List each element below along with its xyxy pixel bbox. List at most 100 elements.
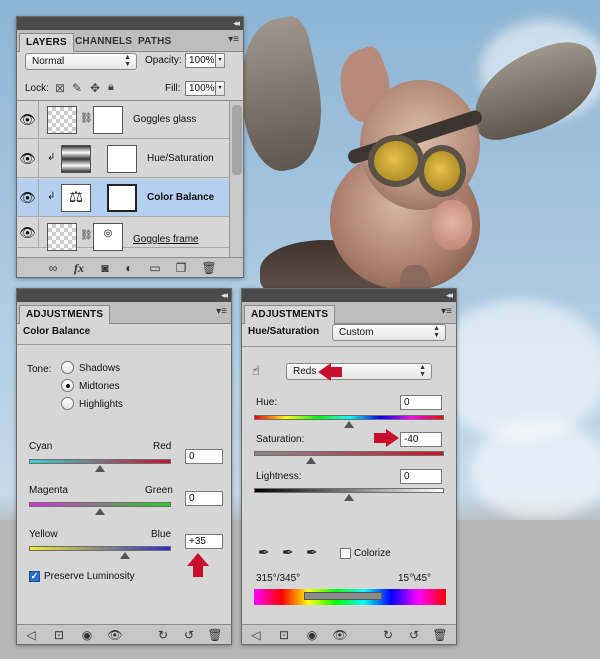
cyan-red-slider[interactable] [29, 459, 171, 464]
scrollbar[interactable] [229, 101, 243, 257]
lock-pixels-icon[interactable]: ✎ [72, 81, 82, 95]
tab-paths[interactable]: PATHS [132, 33, 177, 52]
annotation-arrow-shaft [193, 565, 203, 577]
eyedropper-minus-icon[interactable]: ✒︎ [306, 544, 318, 561]
layer-row-hue-saturation[interactable]: 👁︎ ↲ Hue/Saturation [17, 140, 243, 178]
saturation-slider-thumb[interactable] [306, 457, 316, 464]
colorize-checkbox[interactable] [340, 548, 351, 559]
blend-mode-select[interactable]: Normal ▲ ▼ [25, 53, 137, 70]
collapse-icon[interactable]: ◂◂ [221, 290, 228, 301]
fx-icon[interactable]: fx [71, 260, 87, 276]
back-arrow-icon[interactable]: ◁ [23, 627, 39, 643]
tab-layers[interactable]: LAYERS [19, 33, 74, 52]
layer-mask-thumbnail[interactable] [107, 184, 137, 212]
lightness-value[interactable]: 0 [400, 469, 442, 484]
layer-row-goggles-glass[interactable]: 👁︎ ⛓︎ Goggles glass [17, 101, 243, 139]
eye-icon[interactable]: 👁︎ [17, 140, 39, 178]
cyan-red-slider-thumb[interactable] [95, 465, 105, 472]
goggle-lens-right [418, 145, 466, 197]
new-layer-icon[interactable]: ❐ [173, 260, 189, 276]
radio-highlights[interactable] [61, 397, 74, 410]
yellow-blue-slider-thumb[interactable] [119, 552, 130, 559]
layers-panel: ◂◂ LAYERS CHANNELS PATHS ▾≡ Normal ▲ ▼ Op… [16, 16, 244, 278]
annotation-arrow-shaft [374, 433, 386, 443]
tab-channels[interactable]: CHANNELS [69, 33, 138, 52]
view-previous-icon[interactable]: ↻ [155, 627, 171, 643]
layer-mask-thumbnail[interactable] [107, 145, 137, 173]
eyedropper-plus-icon[interactable]: ✒︎ [282, 544, 294, 561]
collapse-icon[interactable]: ◂◂ [233, 18, 240, 29]
layers-bottom-toolbar: ∞ fx ◙ ◐ ▭ ❐ 🗑︎ [17, 257, 243, 277]
panel-menu-icon[interactable]: ▾≡ [441, 306, 452, 317]
channel-select[interactable]: Reds ▲ ▼ [286, 363, 432, 380]
hue-value[interactable]: 0 [400, 395, 442, 410]
cyan-red-value[interactable]: 0 [185, 449, 223, 464]
lock-all-icon[interactable]: 🔒︎ [108, 81, 114, 94]
preserve-luminosity-checkbox[interactable]: ✓ [29, 571, 40, 582]
color-range-selector[interactable] [304, 592, 382, 600]
lightness-slider-thumb[interactable] [344, 494, 354, 501]
chain-link-icon[interactable]: ⛓︎ [80, 113, 93, 124]
preset-select[interactable]: Custom ▲ ▼ [332, 324, 446, 341]
layer-thumbnail [47, 106, 77, 134]
reset-icon[interactable]: ↺ [406, 627, 422, 643]
fill-field[interactable]: 100% [185, 81, 216, 96]
expand-view-icon[interactable]: ⊡ [51, 627, 67, 643]
yellow-blue-slider[interactable] [29, 546, 171, 551]
clip-to-layer-icon[interactable]: ◉ [304, 627, 320, 643]
hue-slider-thumb[interactable] [344, 421, 354, 428]
trash-icon[interactable]: 🗑︎ [201, 260, 217, 276]
layer-row-goggles-frame[interactable]: 👁︎ ⛓︎ ◎ Goggles frame [17, 218, 243, 251]
lightness-slider[interactable] [254, 488, 444, 493]
on-image-adjust-hand-icon[interactable]: ☝︎ [252, 363, 260, 379]
panel-titlebar[interactable]: ◂◂ [242, 289, 456, 302]
add-mask-icon[interactable]: ◙ [97, 260, 113, 276]
adjustment-layer-icon[interactable]: ◐ [121, 260, 137, 276]
reset-icon[interactable]: ↺ [181, 627, 197, 643]
magenta-green-slider[interactable] [29, 502, 171, 507]
fill-dropdown[interactable]: ▾ [216, 81, 225, 96]
back-arrow-icon[interactable]: ◁ [248, 627, 264, 643]
view-previous-icon[interactable]: ↻ [380, 627, 396, 643]
magenta-green-slider-thumb[interactable] [95, 508, 105, 515]
radio-midtones[interactable] [61, 379, 74, 392]
layer-mask-thumbnail[interactable] [93, 106, 123, 134]
visibility-eye-icon[interactable]: 👁︎ [332, 627, 348, 643]
opacity-dropdown[interactable]: ▾ [216, 53, 225, 68]
saturation-slider[interactable] [254, 451, 444, 456]
radio-shadows[interactable] [61, 361, 74, 374]
fill-label: Fill: [165, 83, 181, 94]
eye-icon[interactable]: 👁︎ [17, 101, 39, 139]
eye-icon[interactable]: 👁︎ [17, 218, 39, 248]
opacity-field[interactable]: 100% [185, 53, 216, 68]
clip-to-layer-icon[interactable]: ◉ [79, 627, 95, 643]
trash-icon[interactable]: 🗑︎ [207, 627, 223, 643]
panel-titlebar[interactable]: ◂◂ [17, 17, 243, 30]
scrollbar-thumb[interactable] [232, 105, 242, 175]
collapse-icon[interactable]: ◂◂ [446, 290, 453, 301]
layer-mask-thumbnail[interactable]: ◎ [93, 223, 123, 251]
adjustment-thumbnail [61, 145, 91, 173]
hue-slider[interactable] [254, 415, 444, 420]
tone-label: Tone: [27, 364, 52, 375]
saturation-value[interactable]: -40 [400, 432, 442, 447]
link-layers-icon[interactable]: ∞ [45, 260, 61, 276]
visibility-eye-icon[interactable]: 👁︎ [107, 627, 123, 643]
trash-icon[interactable]: 🗑︎ [432, 627, 448, 643]
chain-link-icon[interactable]: ⛓︎ [80, 230, 93, 241]
panel-menu-icon[interactable]: ▾≡ [228, 34, 239, 45]
tab-adjustments[interactable]: ADJUSTMENTS [244, 305, 336, 324]
pig-wing-right [462, 35, 600, 145]
eyedropper-icon[interactable]: ✒︎ [258, 544, 270, 561]
magenta-green-value[interactable]: 0 [185, 491, 223, 506]
new-group-icon[interactable]: ▭ [147, 260, 163, 276]
lock-position-icon[interactable]: ✥ [90, 81, 100, 95]
expand-view-icon[interactable]: ⊡ [276, 627, 292, 643]
eye-icon[interactable]: 👁︎ [17, 179, 39, 217]
layer-row-color-balance[interactable]: 👁︎ ↲ ⚖︎ Color Balance [17, 179, 243, 217]
panel-menu-icon[interactable]: ▾≡ [216, 306, 227, 317]
yellow-blue-value[interactable]: +35 [185, 534, 223, 549]
lock-transparent-icon[interactable]: ⊠ [55, 81, 65, 95]
panel-titlebar[interactable]: ◂◂ [17, 289, 231, 302]
tab-adjustments[interactable]: ADJUSTMENTS [19, 305, 111, 324]
